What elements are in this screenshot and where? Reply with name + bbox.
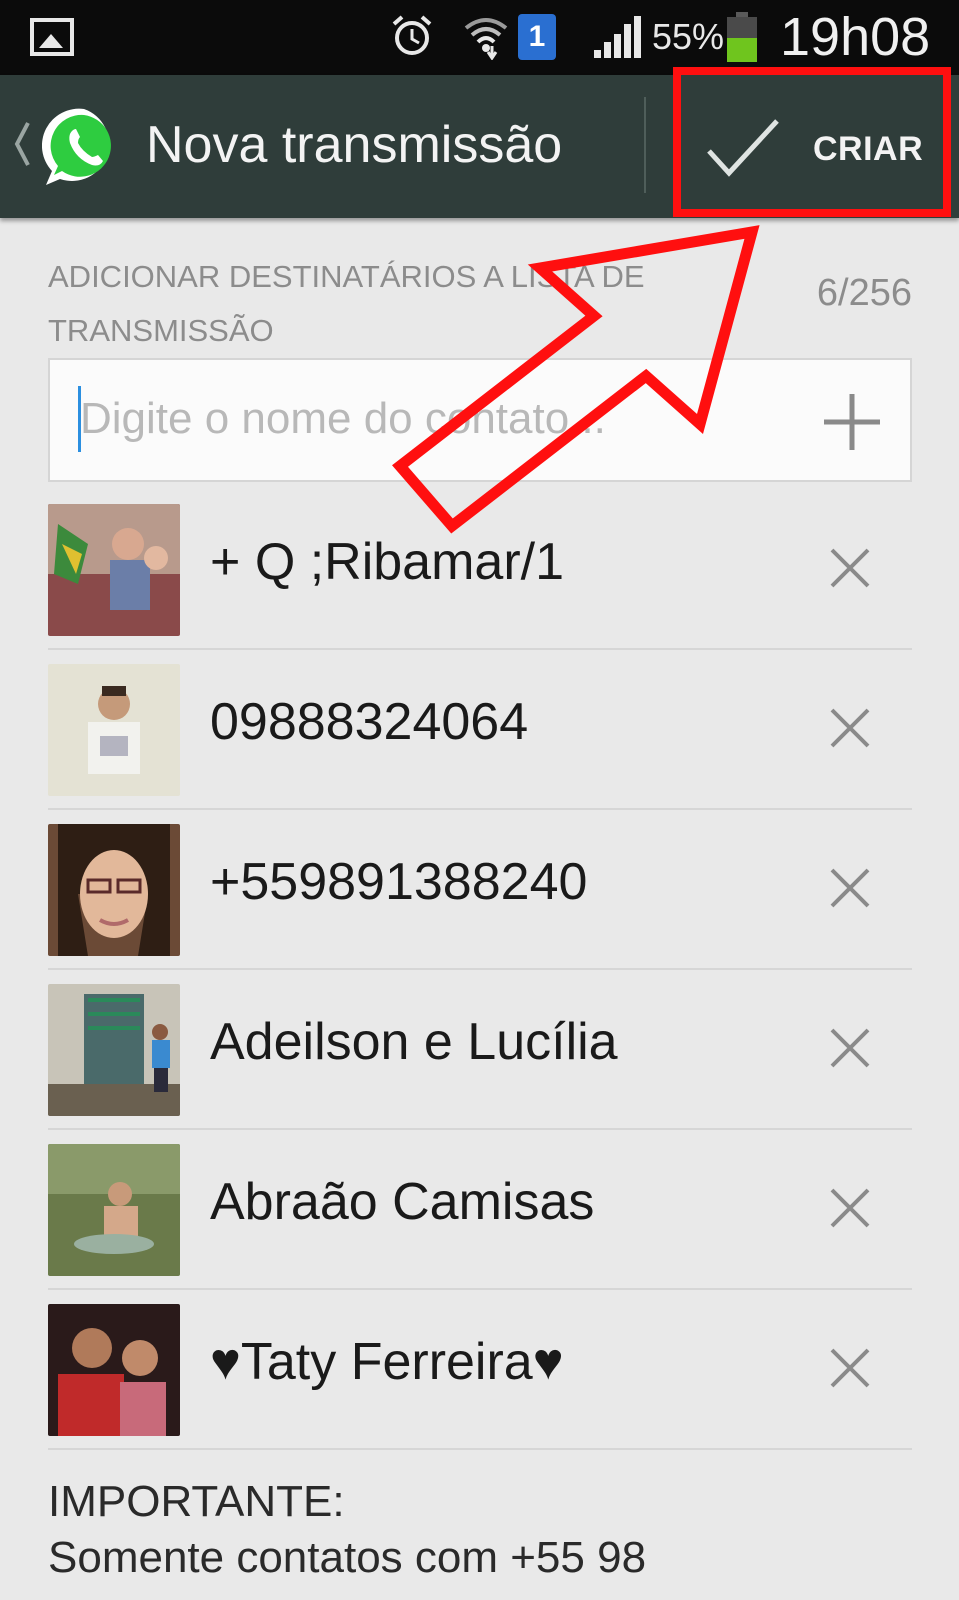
list-item[interactable]: 09888324064 [48, 650, 912, 810]
notification-badge: 1 [518, 14, 556, 60]
remove-contact-icon[interactable] [826, 544, 874, 592]
page-title: Nova transmissão [146, 116, 563, 174]
whatsapp-logo-icon[interactable] [42, 105, 126, 189]
remove-contact-icon[interactable] [826, 864, 874, 912]
contact-avatar [48, 984, 180, 1116]
recipients-section-label: ADICIONAR DESTINATÁRIOS A LISTA DE TRANS… [48, 259, 645, 348]
back-chevron-icon[interactable] [12, 119, 32, 169]
list-item[interactable]: Adeilson e Lucília [48, 970, 912, 1130]
contact-name: Abraão Camisas [210, 1173, 595, 1231]
remove-contact-icon[interactable] [826, 1184, 874, 1232]
contact-name: 09888324064 [210, 693, 529, 751]
wifi-icon [464, 18, 508, 60]
status-clock: 19h08 [780, 7, 931, 67]
status-bar: 1 55% 19h08 [0, 0, 959, 75]
list-item[interactable]: Abraão Camisas [48, 1130, 912, 1290]
battery-icon [727, 12, 757, 62]
contact-avatar [48, 1304, 180, 1436]
action-divider [644, 97, 646, 193]
contact-avatar [48, 1144, 180, 1276]
contact-name: +559891388240 [210, 853, 588, 911]
add-contact-icon[interactable] [820, 390, 884, 454]
contact-search-input[interactable] [80, 380, 820, 458]
note-text: Somente contatos com +55 98 [48, 1533, 647, 1582]
remove-contact-icon[interactable] [826, 1344, 874, 1392]
contact-name: ♥Taty Ferreira♥ [210, 1333, 564, 1391]
contact-name: + Q ;Ribamar/1 [210, 533, 565, 591]
important-note: IMPORTANTE: Somente contatos com +55 98 [48, 1474, 928, 1586]
contact-search-box[interactable] [48, 358, 912, 482]
list-item[interactable]: +559891388240 [48, 810, 912, 970]
remove-contact-icon[interactable] [826, 1024, 874, 1072]
recipient-list: + Q ;Ribamar/1 09888324064 +559891388240 [48, 490, 912, 1450]
contact-name: Adeilson e Lucília [210, 1013, 618, 1071]
recipient-count: 6/256 [816, 272, 912, 314]
note-heading: IMPORTANTE: [48, 1477, 345, 1526]
signal-icon [594, 16, 641, 58]
alarm-icon [392, 15, 432, 55]
contact-avatar [48, 664, 180, 796]
list-item[interactable]: + Q ;Ribamar/1 [48, 490, 912, 650]
list-item[interactable]: ♥Taty Ferreira♥ [48, 1290, 912, 1450]
remove-contact-icon[interactable] [826, 704, 874, 752]
gallery-icon [30, 18, 74, 56]
contact-avatar [48, 504, 180, 636]
contact-avatar [48, 824, 180, 956]
battery-percent: 55% [652, 16, 725, 57]
highlight-annotation-box [673, 67, 951, 217]
